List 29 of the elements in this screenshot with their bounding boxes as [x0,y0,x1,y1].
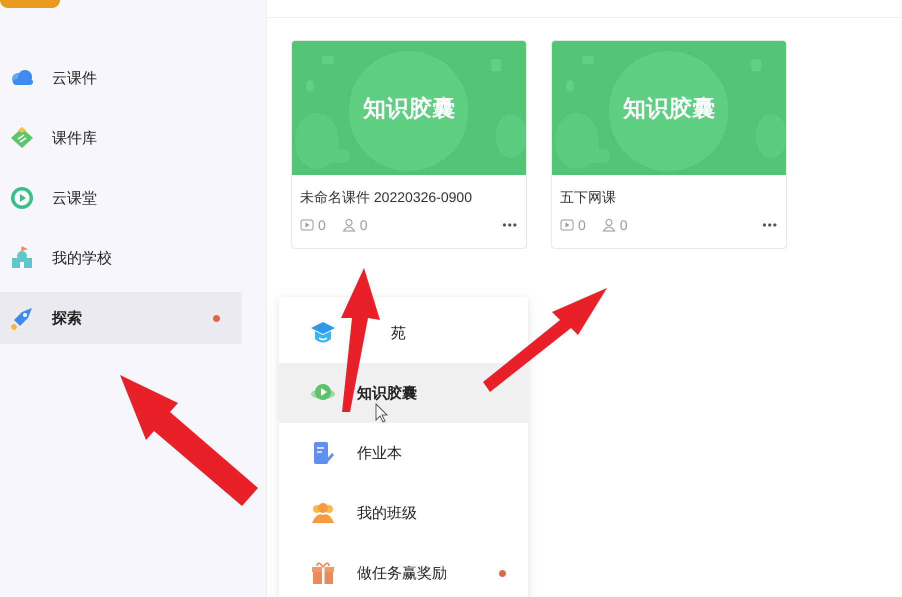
menu-item[interactable]: 知识胶囊 [279,363,528,423]
sidebar-item[interactable]: 云课堂 [0,172,242,224]
more-button[interactable]: ••• [502,218,518,232]
menu-item[interactable]: 我的班级 [279,483,528,543]
video-icon [560,218,574,232]
menu-item[interactable]: 苑 [279,303,528,363]
cover-title: 知识胶囊 [623,94,715,122]
level-badge [0,0,60,8]
video-count: 0 [578,217,586,233]
student-count: 0 [360,217,368,233]
more-button[interactable]: ••• [762,218,778,232]
user-icon [602,218,616,232]
user-icon [342,218,356,232]
video-count: 0 [318,217,326,233]
cover-title: 知识胶囊 [363,94,455,122]
sidebar-item[interactable]: 课件库 [0,112,242,164]
sidebar-item[interactable]: 探索 [0,292,242,344]
card-title: 未命名课件 20220326-0900 [300,189,472,205]
menu-item[interactable]: 做任务赢奖励 [279,543,528,597]
video-icon [300,218,314,232]
play-icon [8,184,36,212]
cursor-icon [376,403,388,423]
card-title: 五下网课 [560,189,616,205]
course-card[interactable]: 知识胶囊 五下网课 0 0 ••• [551,40,787,249]
student-count: 0 [620,217,628,233]
sidebar-item[interactable]: 我的学校 [0,232,242,284]
menu-item[interactable]: 作业本 [279,423,528,483]
sidebar-item[interactable]: 云课件 [0,52,242,104]
course-card[interactable]: 知识胶囊 未命名课件 20220326-0900 0 0 ••• [291,40,527,249]
